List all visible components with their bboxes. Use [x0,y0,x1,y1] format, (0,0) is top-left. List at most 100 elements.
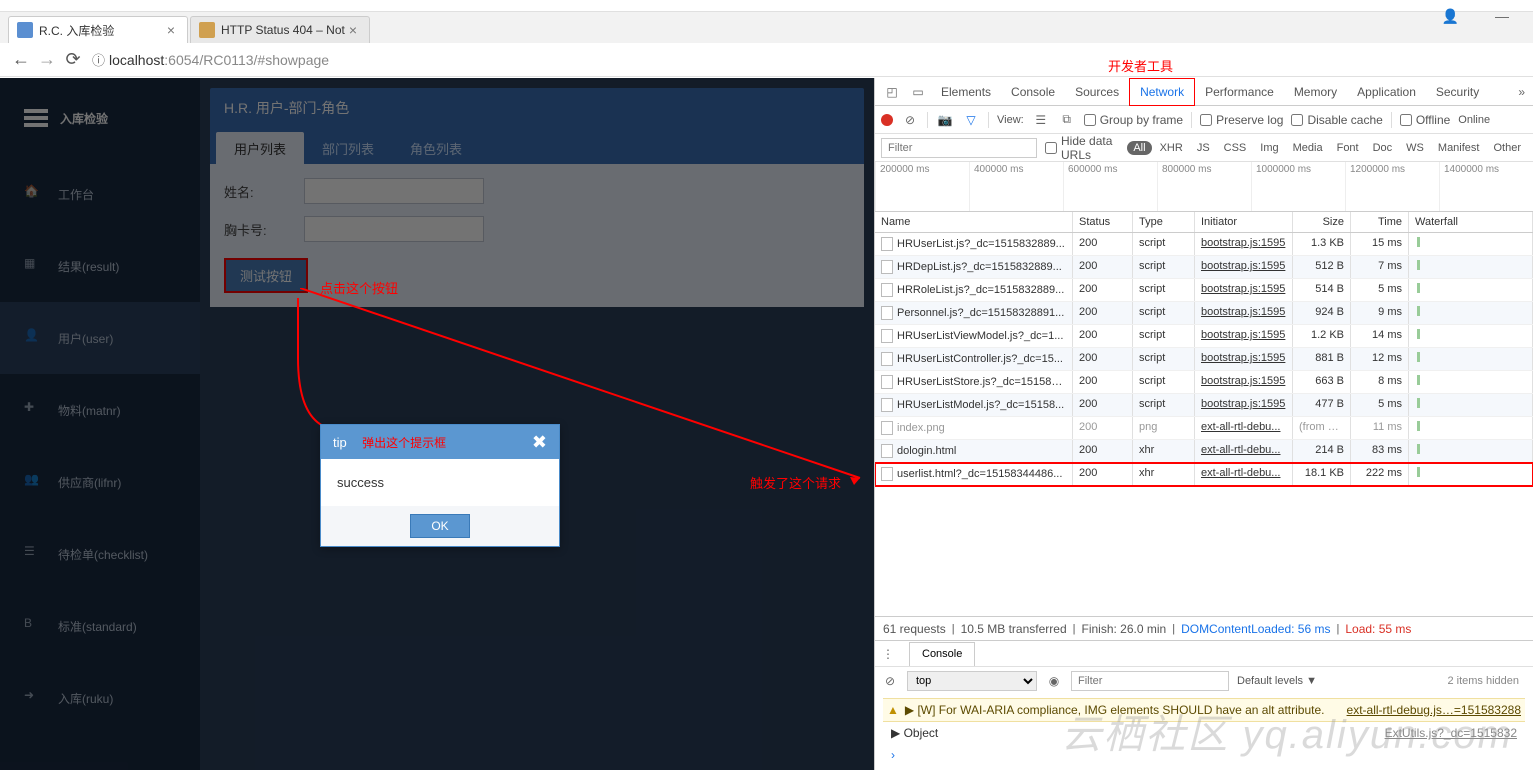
browser-tab-0[interactable]: R.C. 入库检验 × [8,16,188,43]
timeline-tick: 800000 ms [1157,162,1251,211]
more-icon[interactable]: » [1510,85,1533,99]
file-icon [881,237,893,251]
console-filter-input[interactable] [1071,671,1229,691]
filter-chip-manifest[interactable]: Manifest [1432,141,1486,155]
group-checkbox[interactable]: Group by frame [1084,113,1183,127]
timeline-tick: 400000 ms [969,162,1063,211]
hide-urls-checkbox[interactable]: Hide data URLs [1045,134,1119,162]
record-icon[interactable] [881,114,893,126]
file-icon [881,306,893,320]
inspect-icon[interactable]: ◰ [879,80,905,104]
reload-button[interactable]: ⟳ [60,47,86,73]
annotation-triggered: 触发了这个请求 [750,473,841,492]
window-titlebar [0,0,1533,12]
drawer-menu-icon[interactable]: ⋮ [875,642,901,666]
close-icon[interactable]: × [163,22,179,38]
network-row[interactable]: dologin.html200xhrext-all-rtl-debu...214… [875,440,1533,463]
col-status[interactable]: Status [1073,212,1133,232]
network-row[interactable]: index.png200pngext-all-rtl-debu...(from … [875,417,1533,440]
col-waterfall[interactable]: Waterfall [1409,212,1533,232]
list-view-icon[interactable]: ☰ [1032,113,1050,127]
network-summary: 61 requests | 10.5 MB transferred | Fini… [875,616,1533,640]
context-select[interactable]: top [907,671,1037,691]
filter-icon[interactable]: ▽ [962,113,980,127]
warning-icon: ▲ [887,703,899,717]
network-row[interactable]: userlist.html?_dc=15158344486...200xhrex… [875,463,1533,486]
account-icon[interactable]: 👤 [1442,8,1459,25]
filter-chip-doc[interactable]: Doc [1367,141,1399,155]
file-icon [881,329,893,343]
forward-button: → [34,47,60,73]
frame-view-icon[interactable]: ⧉ [1058,112,1076,127]
devtools-tab-memory[interactable]: Memory [1284,78,1347,106]
devtools-tab-network[interactable]: Network [1129,78,1195,106]
devtools-tab-sources[interactable]: Sources [1065,78,1129,106]
filter-chip-media[interactable]: Media [1287,141,1329,155]
summary-requests: 61 requests [883,622,946,636]
camera-icon[interactable]: 📷 [936,113,954,127]
devtools-tab-console[interactable]: Console [1001,78,1065,106]
close-icon[interactable]: × [345,22,361,38]
filter-chip-xhr[interactable]: XHR [1154,141,1189,155]
timeline[interactable]: 200000 ms400000 ms600000 ms800000 ms1000… [875,162,1533,212]
browser-tab-1[interactable]: HTTP Status 404 – Not × [190,16,370,43]
network-filter-bar: Hide data URLs AllXHRJSCSSImgMediaFontDo… [875,134,1533,162]
col-size[interactable]: Size [1293,212,1351,232]
clear-icon[interactable]: ⊘ [901,113,919,127]
network-row[interactable]: HRUserList.js?_dc=1515832889...200script… [875,233,1533,256]
levels-select[interactable]: Default levels ▼ [1237,675,1317,687]
tab-title: R.C. 入库检验 [39,22,163,39]
timeline-tick: 1000000 ms [1251,162,1345,211]
preserve-checkbox[interactable]: Preserve log [1200,113,1283,127]
file-icon [881,444,893,458]
minimize-icon[interactable]: — [1495,8,1509,25]
filter-chip-all[interactable]: All [1127,141,1151,155]
col-time[interactable]: Time [1351,212,1409,232]
filter-chip-js[interactable]: JS [1191,141,1216,155]
devtools-tab-security[interactable]: Security [1426,78,1489,106]
filter-chip-other[interactable]: Other [1487,141,1527,155]
url-field[interactable]: ⓘ localhost:6054/RC0113/#showpage [92,50,1525,69]
timeline-tick: 600000 ms [1063,162,1157,211]
info-icon[interactable]: ⓘ [92,50,105,69]
filter-chip-css[interactable]: CSS [1218,141,1253,155]
network-row[interactable]: HRUserListViewModel.js?_dc=1...200script… [875,325,1533,348]
summary-finish: Finish: 26.0 min [1082,622,1167,636]
annotation-devtools: 开发者工具 [1108,56,1173,75]
close-icon[interactable]: ✖ [532,432,547,453]
network-row[interactable]: HRDepList.js?_dc=1515832889...200scriptb… [875,256,1533,279]
eye-icon[interactable]: ◉ [1045,674,1063,688]
network-row[interactable]: HRUserListController.js?_dc=15...200scri… [875,348,1533,371]
filter-chip-ws[interactable]: WS [1400,141,1430,155]
network-row[interactable]: HRUserListStore.js?_dc=151583...200scrip… [875,371,1533,394]
network-row[interactable]: Personnel.js?_dc=15158328891...200script… [875,302,1533,325]
disable-cache-checkbox[interactable]: Disable cache [1291,113,1382,127]
file-icon [881,421,893,435]
col-type[interactable]: Type [1133,212,1195,232]
offline-checkbox[interactable]: Offline [1400,113,1450,127]
url-port: :6054 [164,52,199,68]
clear-console-icon[interactable]: ⊘ [881,674,899,688]
file-icon [881,398,893,412]
col-name[interactable]: Name [875,212,1073,232]
console-drawer-tabs: ⋮ Console [875,640,1533,666]
filter-chip-font[interactable]: Font [1331,141,1365,155]
back-button[interactable]: ← [8,47,34,73]
file-icon [881,283,893,297]
console-tab[interactable]: Console [909,642,975,666]
timeline-tick: 1400000 ms [1439,162,1533,211]
network-row[interactable]: HRRoleList.js?_dc=1515832889...200script… [875,279,1533,302]
online-label[interactable]: Online [1458,114,1490,126]
filter-chip-img[interactable]: Img [1254,141,1284,155]
filter-input[interactable] [881,138,1037,158]
dialog-header[interactable]: tip 弹出这个提示框 ✖ [321,425,559,459]
devtools-tab-application[interactable]: Application [1347,78,1426,106]
device-icon[interactable]: ▭ [905,80,931,104]
timeline-tick: 1200000 ms [1345,162,1439,211]
devtools-tab-elements[interactable]: Elements [931,78,1001,106]
col-initiator[interactable]: Initiator [1195,212,1293,232]
devtools-tab-performance[interactable]: Performance [1195,78,1284,106]
network-row[interactable]: HRUserListModel.js?_dc=15158...200script… [875,394,1533,417]
view-label: View: [997,114,1024,126]
ok-button[interactable]: OK [410,514,469,538]
